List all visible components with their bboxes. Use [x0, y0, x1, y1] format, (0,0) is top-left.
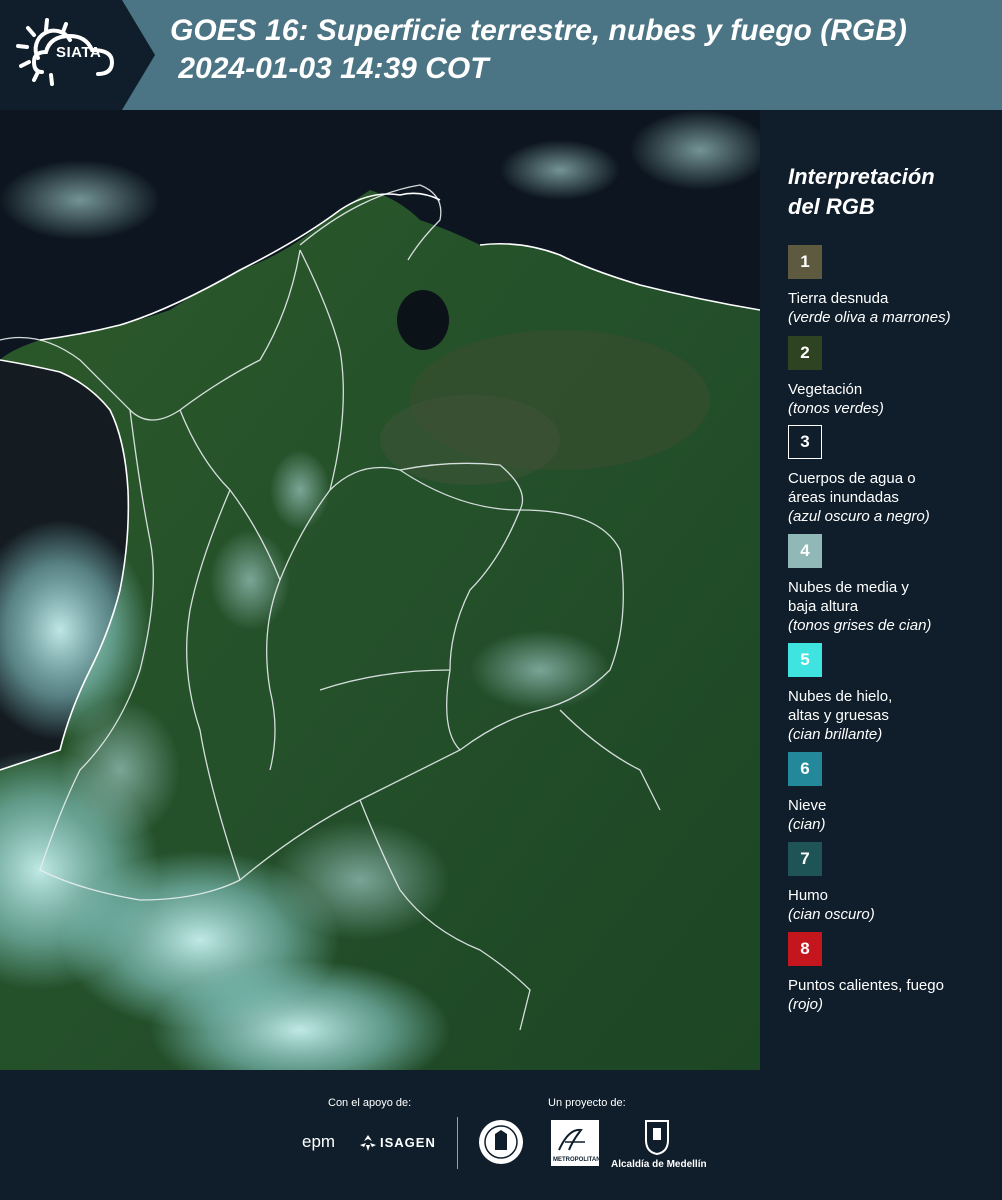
legend-item-water: 3 Cuerpos de agua o áreas inundadas (azu… [788, 425, 993, 526]
siata-logo-text: SIATA [56, 44, 102, 61]
legend-note: (tonos verdes) [788, 400, 884, 417]
epm-logo: epm [302, 1132, 336, 1151]
legend-title: Interpretación del RGB [788, 162, 993, 222]
legend-note: (verde oliva a marrones) [788, 309, 951, 326]
legend-item-bare-soil: 1 Tierra desnuda (verde oliva a marrones… [788, 245, 993, 327]
legend-item-smoke: 7 Humo (cian oscuro) [788, 842, 993, 924]
legend-swatch: 6 [788, 752, 822, 786]
legend-number: 1 [800, 252, 810, 271]
legend-label: Vegetación [788, 380, 993, 399]
siata-logo: SIATA [0, 0, 155, 110]
legend-label: Humo [788, 886, 993, 905]
legend-title-line-1: Interpretación [788, 164, 935, 189]
satellite-image [0, 110, 760, 1070]
legend-swatch: 4 [788, 534, 822, 568]
legend-number: 3 [800, 432, 810, 451]
legend-note: (tonos grises de cian) [788, 617, 932, 634]
university-seal-icon [479, 1120, 523, 1164]
legend-label: Cuerpos de agua o áreas inundadas [788, 469, 993, 507]
legend-number: 4 [800, 541, 810, 560]
project-label: Un proyecto de: [548, 1097, 626, 1109]
legend-label: Tierra desnuda [788, 289, 993, 308]
rgb-legend: Interpretación del RGB [788, 162, 993, 222]
legend-number: 2 [800, 343, 810, 362]
satellite-map [0, 110, 760, 1070]
title-line-1: GOES 16: Superficie terrestre, nubes y f… [170, 14, 907, 47]
legend-swatch: 2 [788, 336, 822, 370]
legend-note: (cian oscuro) [788, 906, 875, 923]
legend-item-vegetation: 2 Vegetación (tonos verdes) [788, 336, 993, 418]
legend-number: 5 [800, 650, 810, 669]
legend-number: 8 [800, 939, 810, 958]
legend-number: 7 [800, 849, 810, 868]
legend-label-line: Nubes de hielo, [788, 688, 893, 705]
legend-label: Puntos calientes, fuego [788, 976, 993, 995]
legend-item-low-clouds: 4 Nubes de media y baja altura (tonos gr… [788, 534, 993, 635]
legend-swatch: 5 [788, 643, 822, 677]
page-title: GOES 16: Superficie terrestre, nubes y f… [170, 12, 907, 88]
legend-label: Nubes de hielo, altas y gruesas [788, 687, 993, 725]
legend-label-line: baja altura [788, 598, 859, 615]
legend-label-line: Cuerpos de agua o [788, 470, 916, 487]
legend-note: (rojo) [788, 996, 824, 1013]
legend-swatch: 3 [788, 425, 822, 459]
isagen-logo: ISAGEN [380, 1135, 436, 1150]
area-metropolitana-text: METROPOLITANA [553, 1157, 605, 1163]
legend-note: (azul oscuro a negro) [788, 508, 930, 525]
isagen-icon [360, 1135, 376, 1151]
medellin-shield-icon [645, 1120, 669, 1156]
header-bar: SIATA GOES 16: Superficie terrestre, nub… [0, 0, 1002, 110]
legend-label: Nubes de media y baja altura [788, 578, 993, 616]
legend-label-line: Nubes de media y [788, 579, 909, 596]
title-line-2: 2024-01-03 14:39 COT [170, 52, 489, 85]
legend-item-fire: 8 Puntos calientes, fuego (rojo) [788, 932, 993, 1014]
legend-note: (cian brillante) [788, 726, 883, 743]
legend-label-line: Puntos calientes, fuego [788, 977, 944, 994]
legend-label-line: Tierra desnuda [788, 290, 889, 307]
legend-swatch: 1 [788, 245, 822, 279]
legend-note: (cian) [788, 816, 826, 833]
legend-item-ice-clouds: 5 Nubes de hielo, altas y gruesas (cian … [788, 643, 993, 744]
legend-label: Nieve [788, 796, 993, 815]
legend-label-line: Humo [788, 887, 829, 904]
legend-swatch: 7 [788, 842, 822, 876]
legend-label-line: áreas inundadas [788, 489, 899, 506]
legend-title-line-2: del RGB [788, 194, 875, 219]
legend-number: 6 [800, 759, 810, 778]
medellin-logo-text: Alcaldía de Medellín [611, 1159, 707, 1170]
legend-swatch: 8 [788, 932, 822, 966]
legend-label-line: Nieve [788, 797, 827, 814]
legend-item-snow: 6 Nieve (cian) [788, 752, 993, 834]
legend-label-line: altas y gruesas [788, 707, 889, 724]
legend-label-line: Vegetación [788, 381, 863, 398]
footer-divider [457, 1117, 458, 1169]
support-label: Con el apoyo de: [328, 1097, 412, 1109]
